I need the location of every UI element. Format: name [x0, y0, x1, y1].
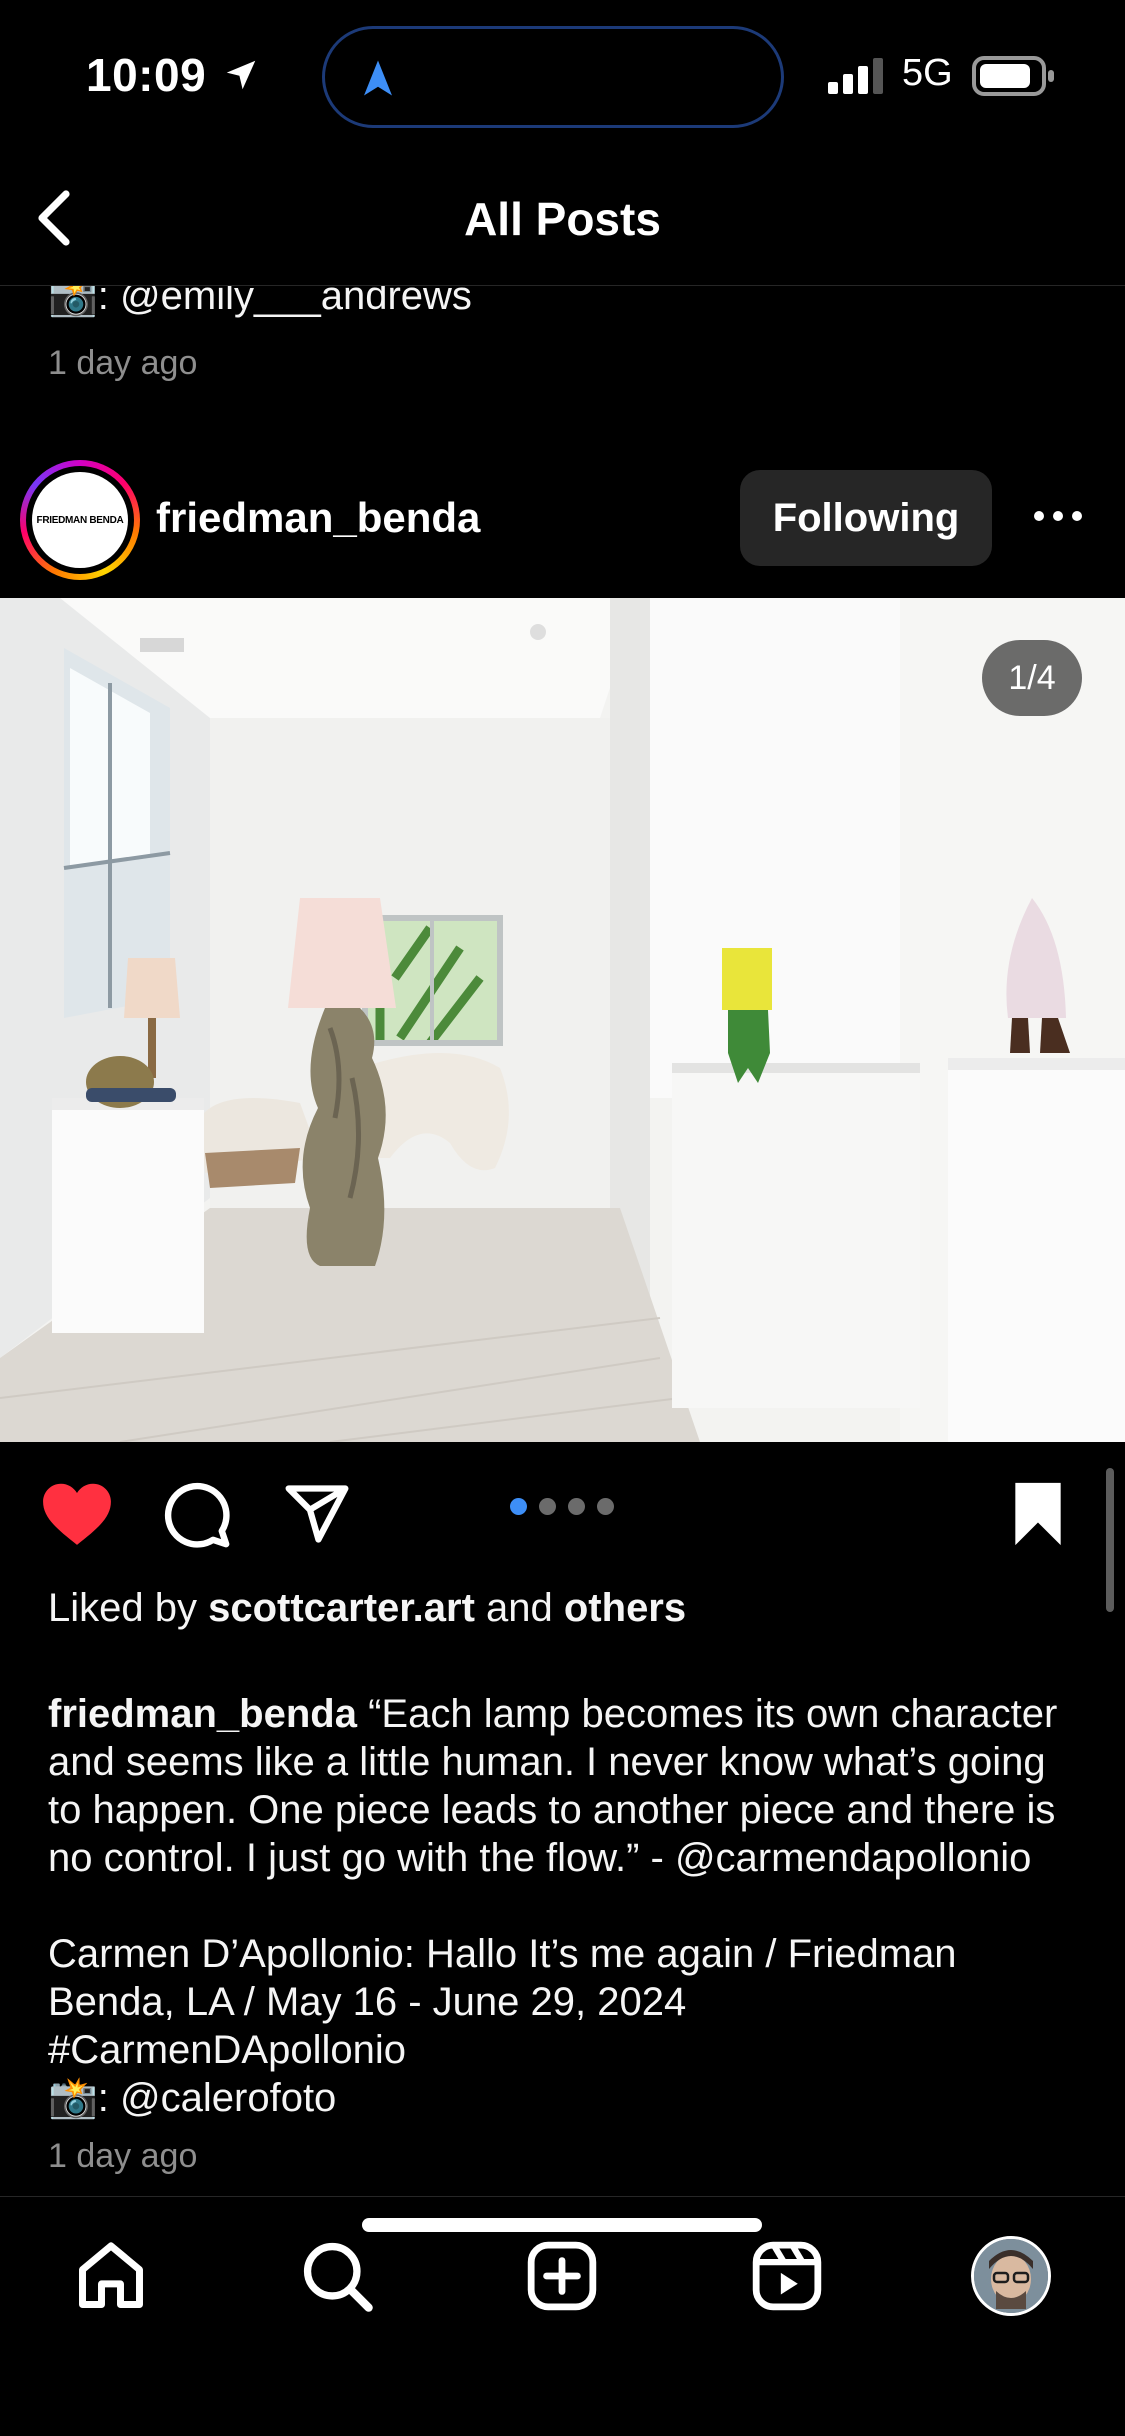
- following-button[interactable]: Following: [740, 470, 992, 566]
- search-icon: [303, 2242, 373, 2312]
- avatar[interactable]: FRIEDMAN BENDA: [20, 460, 140, 580]
- post-header: FRIEDMAN BENDA friedman_benda Following: [0, 456, 1125, 580]
- navigation-icon: [364, 60, 392, 96]
- gallery-photo: [0, 598, 1125, 1442]
- heart-filled-icon: [43, 1483, 111, 1545]
- bottom-tab-bar: [0, 2196, 1125, 2436]
- caption-text: friedman_benda “Each lamp becomes its ow…: [48, 1692, 1058, 1880]
- tab-search[interactable]: [292, 2231, 382, 2321]
- nav-header: All Posts: [0, 150, 1125, 286]
- tab-profile[interactable]: [966, 2231, 1056, 2321]
- page-title: All Posts: [464, 193, 661, 245]
- share-button[interactable]: [282, 1480, 352, 1553]
- post-image[interactable]: 1/4: [0, 598, 1125, 1442]
- comment-bubble-icon: [164, 1482, 230, 1548]
- home-icon: [79, 2242, 143, 2308]
- likes-summary[interactable]: Liked by scottcarter.art and others: [48, 1584, 1088, 1632]
- reels-icon: [752, 2241, 822, 2311]
- post-actions: [0, 1450, 1125, 1570]
- tab-create[interactable]: [517, 2231, 607, 2321]
- tab-home[interactable]: [66, 2231, 156, 2321]
- previous-post-time: 1 day ago: [48, 344, 198, 382]
- send-paper-plane-icon: [285, 1485, 349, 1543]
- post-time: 1 day ago: [48, 2137, 198, 2175]
- network-type: 5G: [902, 52, 953, 94]
- comment-button[interactable]: [162, 1480, 232, 1555]
- carousel-dot: [597, 1498, 614, 1515]
- more-horizontal-icon: [1034, 511, 1082, 521]
- likes-others[interactable]: others: [564, 1586, 686, 1630]
- caption-photo-credit[interactable]: 📸: @calerofoto: [48, 2074, 1088, 2122]
- carousel-dot: [539, 1498, 556, 1515]
- home-indicator[interactable]: [362, 2218, 762, 2232]
- profile-avatar: [971, 2236, 1051, 2316]
- dynamic-island[interactable]: [322, 26, 784, 128]
- carousel-dot: [510, 1498, 527, 1515]
- battery-icon: [972, 56, 1054, 96]
- post-username[interactable]: friedman_benda: [156, 494, 480, 542]
- clock: 10:09: [86, 49, 207, 101]
- status-bar: 10:09 5G: [0, 0, 1125, 150]
- liker-username[interactable]: scottcarter.art: [208, 1586, 475, 1630]
- post-caption: Liked by scottcarter.art and others frie…: [48, 1584, 1088, 2180]
- scrollbar[interactable]: [1106, 1468, 1114, 1612]
- more-options-button[interactable]: [1030, 494, 1086, 538]
- save-button[interactable]: [1008, 1480, 1068, 1553]
- plus-square-icon: [527, 2241, 597, 2311]
- caption-hashtag[interactable]: #CarmenDApollonio: [48, 2026, 1088, 2074]
- avatar-logo-text: FRIEDMAN BENDA: [32, 472, 128, 568]
- carousel-dot: [568, 1498, 585, 1515]
- tab-reels[interactable]: [742, 2231, 832, 2321]
- location-arrow-icon: [226, 60, 256, 90]
- cellular-signal-icon: [828, 58, 883, 94]
- carousel-indicator: [510, 1498, 614, 1515]
- caption-exhibition-info: Carmen D’Apollonio: Hallo It’s me again …: [48, 1932, 957, 2024]
- like-button[interactable]: [40, 1480, 114, 1553]
- image-counter: 1/4: [982, 640, 1082, 716]
- caption-username[interactable]: friedman_benda: [48, 1692, 357, 1736]
- bookmark-filled-icon: [1015, 1482, 1061, 1546]
